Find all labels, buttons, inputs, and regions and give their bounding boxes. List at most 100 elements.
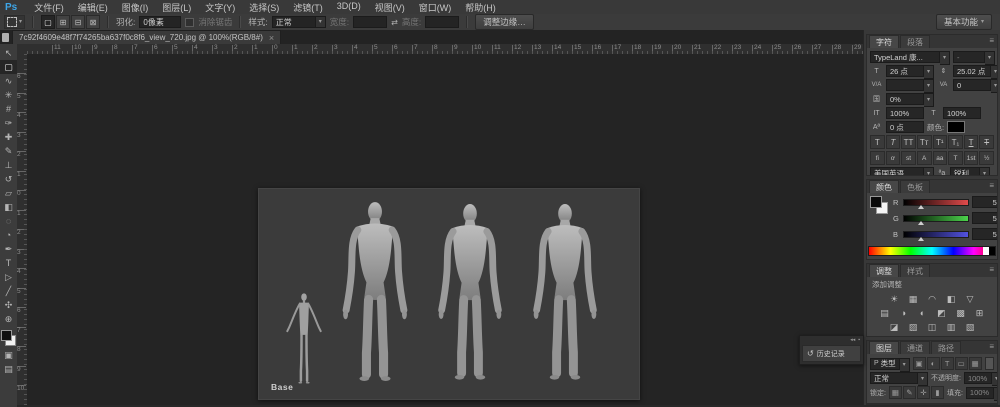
menu-item[interactable]: 滤镜(T) bbox=[286, 1, 330, 14]
tool-preset-picker[interactable]: ▾ bbox=[4, 15, 25, 29]
tab-paragraph[interactable]: 段落 bbox=[900, 35, 930, 48]
subscript-button[interactable]: T₁ bbox=[948, 135, 963, 149]
curves-adjustment-button[interactable]: ◠ bbox=[925, 293, 940, 305]
menu-item[interactable]: 3D(D) bbox=[330, 1, 368, 14]
gradient-map-adjustment-button[interactable]: ▥ bbox=[944, 321, 959, 333]
subtract-from-selection-button[interactable]: ⊟ bbox=[71, 15, 85, 29]
history-panel-tab[interactable]: ↺ 历史记录 bbox=[802, 345, 861, 362]
close-tab-icon[interactable]: × bbox=[269, 33, 274, 43]
eraser-tool[interactable]: ▱ bbox=[0, 186, 17, 200]
slider-track[interactable] bbox=[903, 199, 969, 206]
font-style-dropdown[interactable]: - ▾ bbox=[953, 51, 995, 63]
eyedropper-tool[interactable]: ✑ bbox=[0, 116, 17, 130]
healing-brush-tool[interactable]: ✚ bbox=[0, 130, 17, 144]
exposure-adjustment-button[interactable]: ◧ bbox=[944, 293, 959, 305]
hue-saturation-adjustment-button[interactable]: ▤ bbox=[877, 307, 892, 319]
feather-input[interactable]: 0像素 bbox=[139, 16, 181, 28]
tab-swatches[interactable]: 色板 bbox=[900, 180, 930, 193]
levels-adjustment-button[interactable]: ▦ bbox=[906, 293, 921, 305]
quick-mask-button[interactable]: ▣ bbox=[0, 348, 17, 362]
discretionary-ligatures-button[interactable]: st bbox=[901, 151, 916, 165]
lock-transparent-pixels-button[interactable]: ▦ bbox=[889, 386, 902, 399]
language-dropdown[interactable]: 美国英语 ▾ bbox=[870, 167, 934, 176]
slider-value[interactable]: 57 bbox=[972, 196, 998, 208]
brightness-contrast-adjustment-button[interactable]: ☀ bbox=[887, 293, 902, 305]
all-caps-button[interactable]: TT bbox=[901, 135, 916, 149]
swap-dimensions-icon[interactable]: ⇄ bbox=[391, 18, 398, 27]
fractions-button[interactable]: ½ bbox=[979, 151, 994, 165]
menu-item[interactable]: 视图(V) bbox=[368, 1, 412, 14]
faux-italic-button[interactable]: T bbox=[886, 135, 901, 149]
slider-track[interactable] bbox=[903, 231, 969, 238]
posterize-adjustment-button[interactable]: ▨ bbox=[906, 321, 921, 333]
filter-smart-objects-button[interactable]: ▦ bbox=[969, 357, 982, 370]
antialias-checkbox[interactable] bbox=[185, 18, 194, 27]
screen-mode-button[interactable]: ▤ bbox=[0, 362, 17, 376]
strikethrough-button[interactable]: T bbox=[979, 135, 994, 149]
leading-dropdown[interactable]: 25.02 点 ▾ bbox=[953, 65, 998, 77]
invert-adjustment-button[interactable]: ◪ bbox=[887, 321, 902, 333]
document-tab[interactable]: 7c92f4609e48f7f74265ba637f0c8f6_view_720… bbox=[12, 30, 281, 44]
tab-color[interactable]: 颜色 bbox=[869, 180, 899, 193]
tab-character[interactable]: 字符 bbox=[869, 35, 899, 48]
font-family-dropdown[interactable]: TypeLand 康... ▾ bbox=[870, 51, 950, 63]
menu-item[interactable]: 编辑(E) bbox=[71, 1, 115, 14]
swash-button[interactable]: A bbox=[917, 151, 932, 165]
add-to-selection-button[interactable]: ⊞ bbox=[56, 15, 70, 29]
move-tool[interactable]: ↖ bbox=[0, 46, 17, 60]
superscript-button[interactable]: T¹ bbox=[933, 135, 948, 149]
lasso-tool[interactable]: ∿ bbox=[0, 74, 17, 88]
ordinals-button[interactable]: 1st bbox=[964, 151, 979, 165]
workspace-switcher-button[interactable]: 基本功能 ▾ bbox=[936, 14, 992, 30]
photo-filter-adjustment-button[interactable]: ◩ bbox=[934, 307, 949, 319]
menu-item[interactable]: 文件(F) bbox=[27, 1, 71, 14]
foreground-color-swatch[interactable] bbox=[870, 196, 882, 208]
titling-alternates-button[interactable]: T bbox=[948, 151, 963, 165]
slider-track[interactable] bbox=[903, 215, 969, 222]
color-panel-swatches[interactable] bbox=[870, 196, 888, 214]
filter-adjustment-layers-button[interactable]: ◐ bbox=[927, 357, 940, 370]
color-spectrum-bar[interactable] bbox=[868, 246, 996, 256]
tracking-dropdown[interactable]: 0 ▾ bbox=[953, 79, 998, 91]
kerning-dropdown[interactable]: ▾ bbox=[886, 79, 934, 91]
slider-value[interactable]: 57 bbox=[972, 212, 998, 224]
baseline-shift-input[interactable]: 0 点 bbox=[886, 121, 924, 133]
vertical-scale-input[interactable]: 100% bbox=[886, 107, 924, 119]
color-balance-adjustment-button[interactable]: ◑ bbox=[896, 307, 911, 319]
layer-filter-toggle[interactable] bbox=[985, 357, 994, 370]
standard-ligatures-button[interactable]: fi bbox=[870, 151, 885, 165]
color-lookup-adjustment-button[interactable]: ⊞ bbox=[972, 307, 987, 319]
slider-thumb[interactable] bbox=[918, 205, 924, 209]
tab-paths[interactable]: 路径 bbox=[931, 341, 961, 354]
tab-layers[interactable]: 图层 bbox=[869, 341, 899, 354]
threshold-adjustment-button[interactable]: ◫ bbox=[925, 321, 940, 333]
menu-item[interactable]: 窗口(W) bbox=[412, 1, 459, 14]
font-size-dropdown[interactable]: 26 点 ▾ bbox=[886, 65, 934, 77]
width-input[interactable] bbox=[353, 16, 387, 28]
slider-value[interactable]: 57 bbox=[972, 228, 998, 240]
panel-menu-icon[interactable]: ≡ bbox=[989, 182, 994, 190]
hand-tool[interactable]: ✣ bbox=[0, 298, 17, 312]
style-dropdown[interactable]: 正常 ▾ bbox=[272, 16, 326, 28]
layer-filter-kind-dropdown[interactable]: P类型 ▾ bbox=[870, 358, 910, 370]
clone-stamp-tool[interactable]: ⊥ bbox=[0, 158, 17, 172]
tab-bar-icon[interactable] bbox=[2, 33, 9, 42]
panel-menu-icon[interactable]: ≡ bbox=[989, 37, 994, 45]
slider-thumb[interactable] bbox=[918, 237, 924, 241]
faux-bold-button[interactable]: T bbox=[870, 135, 885, 149]
lock-position-button[interactable]: ✛ bbox=[917, 386, 930, 399]
filter-shape-layers-button[interactable]: ▭ bbox=[955, 357, 968, 370]
proportional-spacing-dropdown[interactable]: 0% ▾ bbox=[886, 93, 934, 105]
document-image[interactable]: Base bbox=[258, 188, 640, 400]
brush-tool[interactable]: ✎ bbox=[0, 144, 17, 158]
line-tool[interactable]: ╱ bbox=[0, 284, 17, 298]
foreground-color-swatch[interactable] bbox=[1, 330, 12, 341]
fill-dropdown[interactable]: 100% ▾ bbox=[966, 387, 998, 399]
collapse-panel-icon[interactable]: ◂◂ bbox=[850, 337, 855, 343]
selective-color-adjustment-button[interactable]: ▧ bbox=[963, 321, 978, 333]
color-swatches[interactable] bbox=[1, 330, 16, 346]
panel-menu-icon[interactable]: ≡ bbox=[989, 343, 994, 351]
opacity-dropdown[interactable]: 100% ▾ bbox=[964, 372, 998, 384]
channel-mixer-adjustment-button[interactable]: ▩ bbox=[953, 307, 968, 319]
lock-all-button[interactable]: ▮ bbox=[931, 386, 944, 399]
